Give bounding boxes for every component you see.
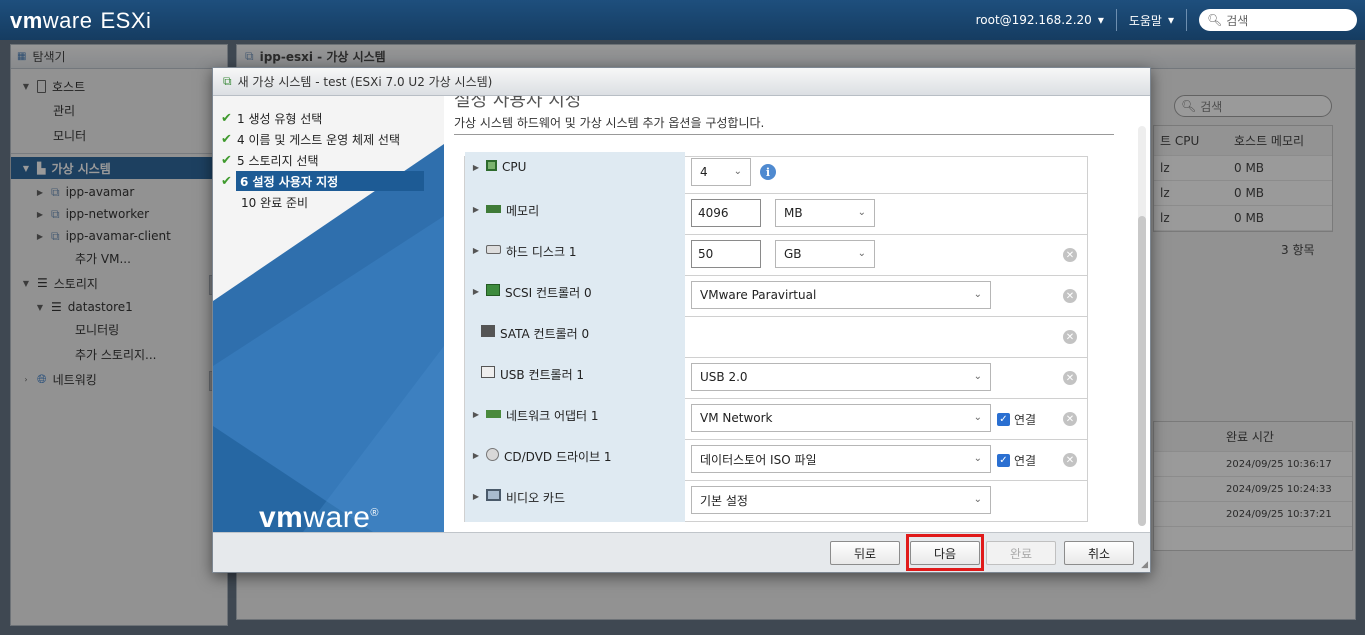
remove-icon[interactable]: ✕ xyxy=(1063,453,1077,467)
chevron-down-icon: ⌄ xyxy=(973,453,982,464)
resize-grip-icon[interactable]: ◢ xyxy=(1141,560,1148,570)
vmware-esxi-logo: vmware ESXi xyxy=(10,8,152,33)
vmware-logo: vmware® xyxy=(259,501,379,532)
hardware-row-hard-disk: ▶ 하드 디스크 1 50 GB ⌄ ✕ xyxy=(465,235,1087,276)
expand-triangle-icon[interactable]: ▶ xyxy=(471,492,481,501)
dialog-title-bar: ⧉ 새 가상 시스템 - test (ESXi 7.0 U2 가상 시스템) xyxy=(213,68,1150,96)
divider xyxy=(1115,9,1117,31)
page-description: 가상 시스템 하드웨어 및 가상 시스템 추가 옵션을 구성합니다. xyxy=(454,116,765,130)
dialog-footer: 뒤로 다음 완료 취소 ◢ xyxy=(213,532,1150,572)
hardware-row-sata-controller: SATA 컨트롤러 0 ✕ xyxy=(465,317,1087,358)
cd-dvd-icon xyxy=(486,448,499,461)
wizard-step-4[interactable]: ✔ 4 이름 및 게스트 운영 체제 선택 xyxy=(221,129,400,149)
top-bar: vmware ESXi root@192.168.2.20 ▾ 도움말 ▾ 🔍︎ 검색 xyxy=(0,0,1365,40)
hardware-row-network-adapter: ▶ 네트워크 어댑터 1 VM Network ⌄ ✓ 연결 ✕ xyxy=(465,399,1087,440)
hard-disk-icon xyxy=(486,245,501,254)
divider xyxy=(1186,9,1187,31)
hardware-row-cd-dvd-drive: ▶ CD/DVD 드라이브 1 데이터스토어 ISO 파일 ⌄ ✓ 연결 ✕ xyxy=(465,440,1087,481)
cpu-icon xyxy=(486,160,497,171)
remove-icon[interactable]: ✕ xyxy=(1063,412,1077,426)
scsi-controller-icon xyxy=(486,284,500,296)
checkmark-icon: ✓ xyxy=(997,454,1010,467)
search-icon: 🔍︎ xyxy=(1207,13,1223,27)
network-select[interactable]: VM Network ⌄ xyxy=(691,404,991,432)
check-icon: ✔ xyxy=(221,131,232,147)
chevron-down-icon: ⌄ xyxy=(973,412,982,423)
wizard-step-5[interactable]: ✔ 5 스토리지 선택 xyxy=(221,150,319,170)
chevron-down-icon: ⌄ xyxy=(973,289,982,300)
info-icon[interactable]: i xyxy=(760,164,776,180)
chevron-down-icon: ⌄ xyxy=(857,207,866,218)
scsi-controller-type-select[interactable]: VMware Paravirtual ⌄ xyxy=(691,281,991,309)
new-vm-dialog: ⧉ 새 가상 시스템 - test (ESXi 7.0 U2 가상 시스템) ✔… xyxy=(212,67,1151,573)
hardware-row-memory: ▶ 메모리 4096 MB ⌄ xyxy=(465,194,1087,235)
remove-icon[interactable]: ✕ xyxy=(1063,289,1077,303)
cancel-button[interactable]: 취소 xyxy=(1064,541,1134,565)
wizard-step-10[interactable]: 10 완료 준비 xyxy=(221,192,308,212)
disk-unit-select[interactable]: GB ⌄ xyxy=(775,240,875,268)
global-search-input[interactable]: 🔍︎ 검색 xyxy=(1199,9,1357,31)
user-menu[interactable]: root@192.168.2.20 ▾ xyxy=(976,13,1104,27)
remove-icon[interactable]: ✕ xyxy=(1063,371,1077,385)
chevron-down-icon: ⌄ xyxy=(973,371,982,382)
expand-triangle-icon[interactable]: ▶ xyxy=(471,451,481,460)
hardware-row-video-card: ▶ 비디오 카드 기본 설정 ⌄ xyxy=(465,481,1087,522)
remove-icon[interactable]: ✕ xyxy=(1063,248,1077,262)
expand-triangle-icon[interactable]: ▶ xyxy=(471,205,481,214)
cpu-count-select[interactable]: 4 ⌄ xyxy=(691,158,751,186)
wizard-step-1[interactable]: ✔ 1 생성 유형 선택 xyxy=(221,108,322,128)
chevron-down-icon: ▾ xyxy=(1097,13,1104,27)
memory-icon xyxy=(486,205,501,213)
divider xyxy=(454,134,1114,135)
check-icon: ✔ xyxy=(221,152,232,168)
hardware-row-scsi-controller: ▶ SCSI 컨트롤러 0 VMware Paravirtual ⌄ ✕ xyxy=(465,276,1087,317)
finish-button[interactable]: 완료 xyxy=(986,541,1056,565)
chevron-down-icon: ⌄ xyxy=(973,494,982,505)
registered-mark-icon: ® xyxy=(370,507,379,519)
expand-triangle-icon[interactable]: ▶ xyxy=(471,287,481,296)
check-icon: ✔ xyxy=(221,173,232,189)
memory-unit-select[interactable]: MB ⌄ xyxy=(775,199,875,227)
network-adapter-icon xyxy=(486,410,501,418)
cd-connect-checkbox[interactable]: ✓ 연결 xyxy=(997,452,1036,469)
usb-controller-icon xyxy=(481,366,495,378)
memory-size-input[interactable]: 4096 xyxy=(691,199,761,227)
hardware-row-cpu: ▶ CPU 4 ⌄ i xyxy=(465,152,1087,194)
sata-controller-icon xyxy=(481,325,495,337)
wizard-step-6-check: ✔ xyxy=(221,171,237,191)
new-vm-icon: ⧉ xyxy=(223,74,232,88)
checkmark-icon: ✓ xyxy=(997,413,1010,426)
chevron-down-icon: ⌄ xyxy=(857,248,866,259)
video-card-icon xyxy=(486,489,501,501)
expand-triangle-icon[interactable]: ▶ xyxy=(471,246,481,255)
expand-triangle-icon[interactable]: ▶ xyxy=(471,163,481,172)
video-card-settings-select[interactable]: 기본 설정 ⌄ xyxy=(691,486,991,514)
check-icon: ✔ xyxy=(221,110,232,126)
wizard-content: 설정 사용자 지정 가상 시스템 하드웨어 및 가상 시스템 추가 옵션을 구성… xyxy=(444,96,1150,532)
content-scrollbar[interactable] xyxy=(1138,126,1146,526)
chevron-down-icon: ▾ xyxy=(1167,13,1174,27)
help-menu[interactable]: 도움말 ▾ xyxy=(1129,12,1174,29)
virtual-hardware-table: ▶ CPU 4 ⌄ i ▶ 메모리 4096 MB ⌄ ▶ 하드 디스크 1 5… xyxy=(464,152,1088,522)
wizard-step-6[interactable]: 6 설정 사용자 지정 xyxy=(236,171,424,191)
network-connect-checkbox[interactable]: ✓ 연결 xyxy=(997,411,1036,428)
remove-icon[interactable]: ✕ xyxy=(1063,330,1077,344)
wizard-steps-panel: ✔ 1 생성 유형 선택 ✔ 4 이름 및 게스트 운영 체제 선택 ✔ 5 스… xyxy=(213,96,444,532)
hardware-row-usb-controller: USB 컨트롤러 1 USB 2.0 ⌄ ✕ xyxy=(465,358,1087,399)
chevron-down-icon: ⌄ xyxy=(733,166,742,177)
expand-triangle-icon[interactable]: ▶ xyxy=(471,410,481,419)
back-button[interactable]: 뒤로 xyxy=(830,541,900,565)
scrollbar-thumb[interactable] xyxy=(1138,216,1146,526)
disk-size-input[interactable]: 50 xyxy=(691,240,761,268)
cd-dvd-media-select[interactable]: 데이터스토어 ISO 파일 ⌄ xyxy=(691,445,991,473)
usb-controller-type-select[interactable]: USB 2.0 ⌄ xyxy=(691,363,991,391)
next-button[interactable]: 다음 xyxy=(910,541,980,565)
page-title: 설정 사용자 지정 xyxy=(454,96,582,111)
